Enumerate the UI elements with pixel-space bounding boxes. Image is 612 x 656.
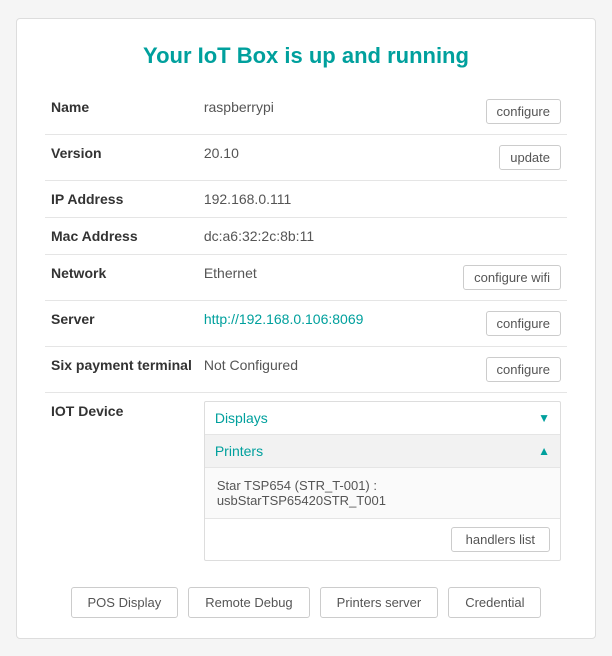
row-network: Network Ethernet configure wifi xyxy=(45,254,567,300)
iot-device-container: Displays ▼ Printers ▲ Star TSP654 (STR_T… xyxy=(198,392,567,569)
iot-inner: Displays ▼ Printers ▲ Star TSP654 (STR_T… xyxy=(204,401,561,561)
displays-arrow-icon: ▼ xyxy=(538,411,550,425)
pos-display-button[interactable]: POS Display xyxy=(71,587,179,618)
handlers-list-button[interactable]: handlers list xyxy=(451,527,550,552)
action-mac xyxy=(423,217,567,254)
displays-label: Displays xyxy=(215,410,268,426)
label-name: Name xyxy=(45,89,198,135)
row-name: Name raspberrypi configure xyxy=(45,89,567,135)
printers-server-button[interactable]: Printers server xyxy=(320,587,439,618)
value-payment: Not Configured xyxy=(198,346,423,392)
row-ip: IP Address 192.168.0.111 xyxy=(45,180,567,217)
value-network: Ethernet xyxy=(198,254,423,300)
value-name: raspberrypi xyxy=(198,89,423,135)
configure-payment-button[interactable]: configure xyxy=(486,357,561,382)
label-server: Server xyxy=(45,300,198,346)
bottom-buttons: POS Display Remote Debug Printers server… xyxy=(45,587,567,618)
action-payment: configure xyxy=(423,346,567,392)
action-version: update xyxy=(423,134,567,180)
row-version: Version 20.10 update xyxy=(45,134,567,180)
action-server: configure xyxy=(423,300,567,346)
detail-line1: Star TSP654 (STR_T-001) : xyxy=(217,478,548,493)
displays-row[interactable]: Displays ▼ xyxy=(205,402,560,435)
detail-line2: usbStarTSP65420STR_T001 xyxy=(217,493,548,508)
action-network: configure wifi xyxy=(423,254,567,300)
row-payment: Six payment terminal Not Configured conf… xyxy=(45,346,567,392)
credential-button[interactable]: Credential xyxy=(448,587,541,618)
printers-arrow-icon: ▲ xyxy=(538,444,550,458)
value-server: http://192.168.0.106:8069 xyxy=(198,300,423,346)
configure-name-button[interactable]: configure xyxy=(486,99,561,124)
label-mac: Mac Address xyxy=(45,217,198,254)
label-ip: IP Address xyxy=(45,180,198,217)
value-version: 20.10 xyxy=(198,134,423,180)
printers-row[interactable]: Printers ▲ xyxy=(205,435,560,468)
device-detail: Star TSP654 (STR_T-001) : usbStarTSP6542… xyxy=(205,468,560,519)
page-title: Your IoT Box is up and running xyxy=(45,43,567,69)
remote-debug-button[interactable]: Remote Debug xyxy=(188,587,309,618)
main-card: Your IoT Box is up and running Name rasp… xyxy=(16,18,596,639)
configure-server-button[interactable]: configure xyxy=(486,311,561,336)
server-link[interactable]: http://192.168.0.106:8069 xyxy=(204,311,364,327)
label-payment: Six payment terminal xyxy=(45,346,198,392)
action-name: configure xyxy=(423,89,567,135)
row-iot: IOT Device Displays ▼ Printers ▲ Star TS… xyxy=(45,392,567,569)
value-ip: 192.168.0.111 xyxy=(198,180,423,217)
info-table: Name raspberrypi configure Version 20.10… xyxy=(45,89,567,569)
label-network: Network xyxy=(45,254,198,300)
action-ip xyxy=(423,180,567,217)
row-mac: Mac Address dc:a6:32:2c:8b:11 xyxy=(45,217,567,254)
row-server: Server http://192.168.0.106:8069 configu… xyxy=(45,300,567,346)
update-button[interactable]: update xyxy=(499,145,561,170)
printers-label: Printers xyxy=(215,443,263,459)
value-mac: dc:a6:32:2c:8b:11 xyxy=(198,217,423,254)
label-version: Version xyxy=(45,134,198,180)
configure-wifi-button[interactable]: configure wifi xyxy=(463,265,561,290)
handlers-row: handlers list xyxy=(205,519,560,560)
label-iot: IOT Device xyxy=(45,392,198,569)
